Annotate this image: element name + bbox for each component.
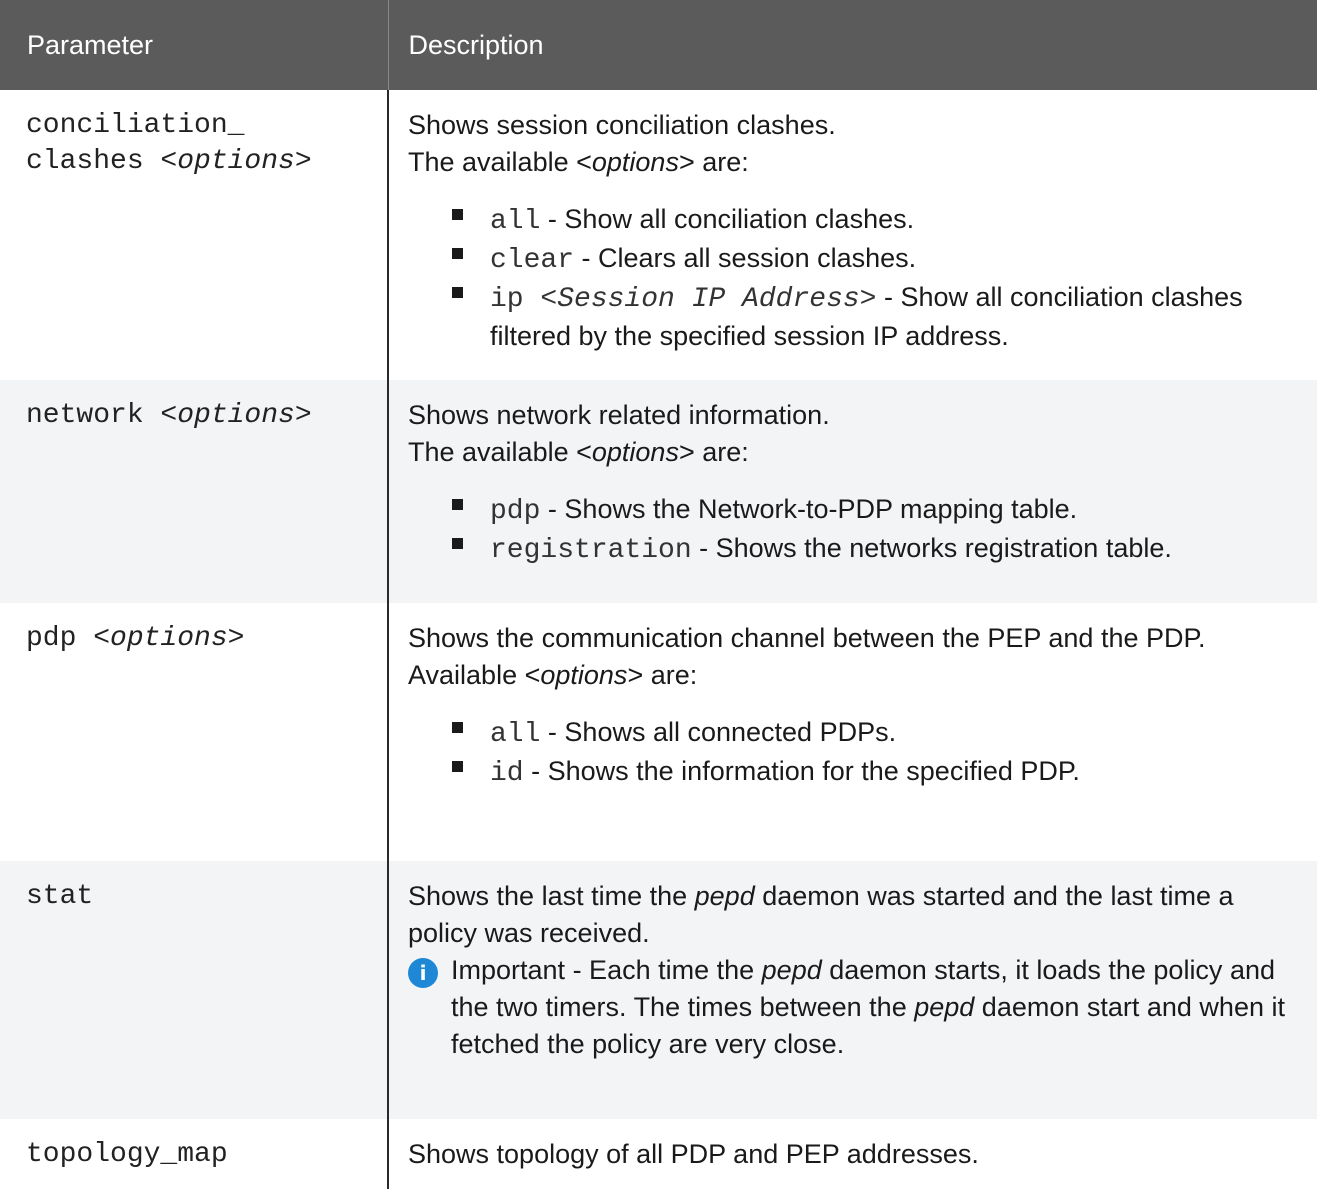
- param-name: pdp: [26, 623, 94, 654]
- param-cell: network <options>: [0, 380, 389, 603]
- note-label: Important: [451, 955, 566, 985]
- param-name: network: [26, 400, 161, 431]
- options-list: all - Shows all connected PDPs. id - Sho…: [408, 714, 1297, 792]
- list-item: registration - Shows the networks regist…: [408, 530, 1297, 569]
- important-note: i Important - Each time the pepd daemon …: [408, 952, 1297, 1063]
- bullet-icon: [452, 248, 463, 259]
- bullet-icon: [452, 761, 463, 772]
- param-options: <options>: [93, 623, 245, 654]
- desc-text: Shows the last time the pepd daemon was …: [408, 881, 1234, 948]
- list-item: all - Shows all connected PDPs.: [408, 714, 1297, 753]
- bullet-icon: [452, 287, 463, 298]
- desc-text: Shows network related information.: [408, 400, 830, 430]
- desc-options-intro: Available <options> are:: [408, 660, 698, 690]
- desc-text: Shows the communication channel between …: [408, 623, 1206, 653]
- param-cell: stat: [0, 861, 389, 1119]
- param-name: topology_map: [26, 1139, 228, 1170]
- bullet-icon: [452, 499, 463, 510]
- options-list: pdp - Shows the Network-to-PDP mapping t…: [408, 491, 1297, 569]
- bullet-icon: [452, 209, 463, 220]
- desc-options-intro: The available <options> are:: [408, 437, 749, 467]
- desc-text: Shows session conciliation clashes.: [408, 110, 836, 140]
- table-row: pdp <options> Shows the communication ch…: [0, 603, 1317, 861]
- list-item: ip <Session IP Address> - Show all conci…: [408, 279, 1297, 355]
- list-item: pdp - Shows the Network-to-PDP mapping t…: [408, 491, 1297, 530]
- bullet-icon: [452, 722, 463, 733]
- list-item: id - Shows the information for the speci…: [408, 753, 1297, 792]
- parameter-table: Parameter Description conciliation_ clas…: [0, 0, 1317, 1189]
- header-description: Description: [387, 0, 1317, 90]
- desc-options-intro: The available <options> are:: [408, 147, 749, 177]
- desc-cell: Shows the communication channel between …: [388, 603, 1317, 861]
- info-icon: i: [408, 958, 438, 988]
- desc-cell: Shows the last time the pepd daemon was …: [388, 861, 1317, 1119]
- table-row: stat Shows the last time the pepd daemon…: [0, 861, 1317, 1119]
- param-name: stat: [26, 881, 94, 912]
- header-parameter: Parameter: [0, 0, 388, 90]
- desc-cell: Shows topology of all PDP and PEP addres…: [388, 1119, 1317, 1189]
- desc-cell: Shows session conciliation clashes. The …: [388, 90, 1317, 380]
- table-row: conciliation_ clashes <options> Shows se…: [0, 90, 1317, 380]
- table-row: topology_map Shows topology of all PDP a…: [0, 1119, 1317, 1189]
- param-cell: topology_map: [0, 1119, 389, 1189]
- list-item: all - Show all conciliation clashes.: [408, 201, 1297, 240]
- desc-cell: Shows network related information. The a…: [388, 380, 1317, 603]
- param-options: <options>: [160, 400, 312, 431]
- param-cell: pdp <options>: [0, 603, 389, 861]
- options-list: all - Show all conciliation clashes. cle…: [408, 201, 1297, 355]
- header-row: Parameter Description: [0, 0, 1317, 90]
- param-cell: conciliation_ clashes <options>: [0, 90, 389, 380]
- table-row: network <options> Shows network related …: [0, 380, 1317, 603]
- bullet-icon: [452, 538, 463, 549]
- desc-text: Shows topology of all PDP and PEP addres…: [408, 1139, 979, 1169]
- list-item: clear - Clears all session clashes.: [408, 240, 1297, 279]
- param-options: <options>: [160, 146, 312, 177]
